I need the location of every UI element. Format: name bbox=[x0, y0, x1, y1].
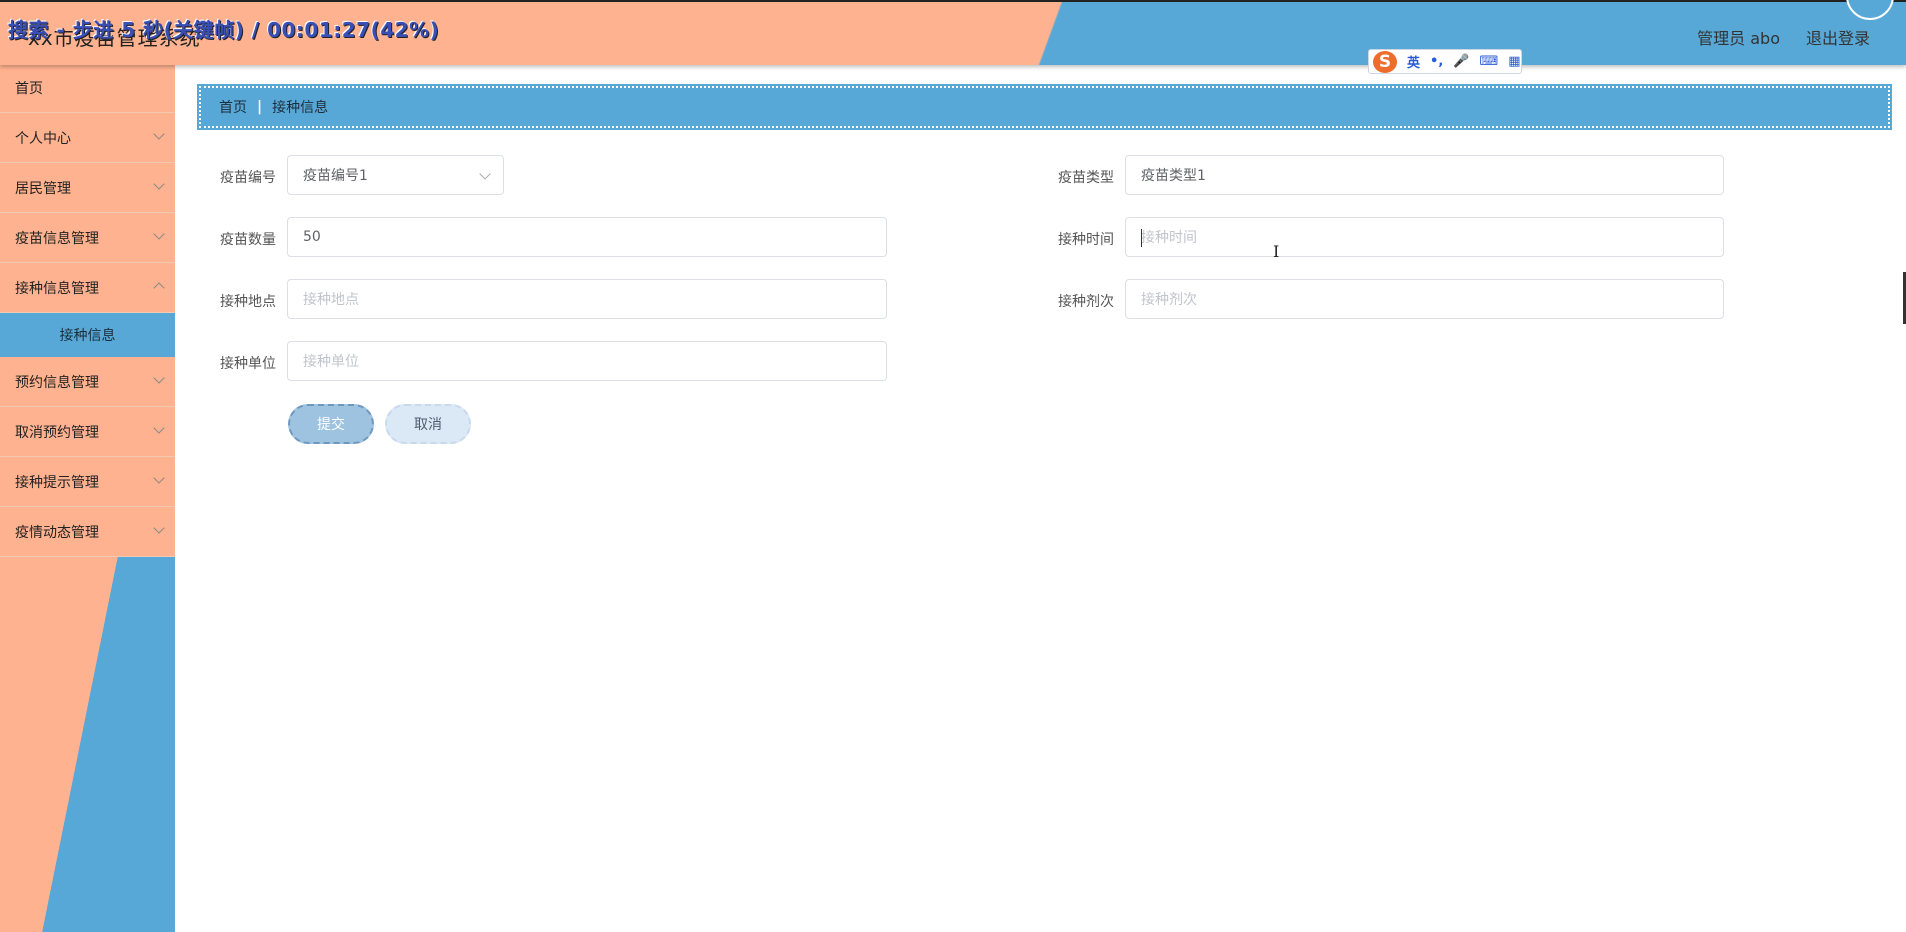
sidebar-item-epidemic-news[interactable]: 疫情动态管理 bbox=[0, 507, 175, 557]
vaccine-qty-field[interactable]: 50 bbox=[287, 217, 887, 257]
sidebar-item-vaccine-info[interactable]: 疫苗信息管理 bbox=[0, 213, 175, 263]
vaccine-qty-value: 50 bbox=[303, 229, 321, 245]
vaccine-no-label: 疫苗编号 bbox=[220, 170, 276, 186]
logout-link[interactable]: 退出登录 bbox=[1806, 25, 1870, 49]
sogou-logo-icon[interactable]: S bbox=[1373, 50, 1397, 73]
keyboard-icon[interactable]: ⌨ bbox=[1479, 54, 1498, 69]
chevron-down-icon bbox=[153, 372, 165, 384]
chevron-down-icon bbox=[153, 178, 165, 190]
breadcrumb: 首页 | 接种信息 bbox=[197, 84, 1892, 130]
avatar-circle[interactable] bbox=[1846, 0, 1894, 20]
apps-grid-icon[interactable]: ▦ bbox=[1508, 54, 1520, 69]
sidebar-subitem-label: 接种信息 bbox=[59, 328, 116, 344]
sidebar-item-cancel-appointments[interactable]: 取消预约管理 bbox=[0, 407, 175, 457]
vaccine-no-value: 疫苗编号1 bbox=[303, 168, 368, 184]
sidebar-subitem-vaccination-info[interactable]: 接种信息 bbox=[0, 313, 175, 357]
vacc-place-label: 接种地点 bbox=[220, 294, 276, 310]
vacc-time-label: 接种时间 bbox=[1058, 232, 1114, 248]
chevron-down-icon bbox=[153, 128, 165, 140]
vacc-time-field[interactable]: 接种时间 bbox=[1125, 217, 1724, 257]
ime-language-toggle[interactable]: 英 bbox=[1407, 52, 1420, 71]
sidebar-item-label: 取消预约管理 bbox=[15, 424, 99, 441]
cancel-button[interactable]: 取消 bbox=[385, 404, 471, 444]
sidebar-item-label: 接种提示管理 bbox=[15, 474, 99, 491]
vacc-place-field[interactable]: 接种地点 bbox=[287, 279, 887, 319]
vacc-unit-field[interactable]: 接种单位 bbox=[287, 341, 887, 381]
top-header: xx市疫苗管理系统 搜索 - 步进 5 秒(关键帧) / 00:01:27(42… bbox=[0, 0, 1906, 65]
microphone-icon[interactable]: 🎤 bbox=[1453, 54, 1469, 69]
sidebar-item-label: 个人中心 bbox=[15, 130, 71, 147]
vacc-dose-label: 接种剂次 bbox=[1058, 294, 1114, 310]
chevron-down-icon bbox=[153, 228, 165, 240]
sidebar-item-appointments[interactable]: 预约信息管理 bbox=[0, 357, 175, 407]
sidebar-item-residents[interactable]: 居民管理 bbox=[0, 163, 175, 213]
vacc-dose-placeholder: 接种剂次 bbox=[1141, 292, 1197, 308]
vacc-dose-field[interactable]: 接种剂次 bbox=[1125, 279, 1724, 319]
vacc-place-placeholder: 接种地点 bbox=[303, 292, 359, 308]
vaccine-type-label: 疫苗类型 bbox=[1058, 170, 1114, 186]
sidebar-item-vaccination-info[interactable]: 接种信息管理 bbox=[0, 263, 175, 313]
sidebar-item-label: 首页 bbox=[15, 80, 43, 97]
vacc-time-placeholder: 接种时间 bbox=[1141, 230, 1197, 246]
sidebar-item-home[interactable]: 首页 bbox=[0, 63, 175, 113]
video-overlay-caption: 搜索 - 步进 5 秒(关键帧) / 00:01:27(42%) bbox=[8, 18, 440, 42]
sidebar-item-vaccination-reminders[interactable]: 接种提示管理 bbox=[0, 457, 175, 507]
current-user-label: 管理员 abo bbox=[1697, 29, 1780, 48]
sidebar-item-personal-center[interactable]: 个人中心 bbox=[0, 113, 175, 163]
sidebar-item-label: 居民管理 bbox=[15, 180, 71, 197]
breadcrumb-home[interactable]: 首页 bbox=[219, 97, 247, 117]
punctuation-icon[interactable]: •, bbox=[1430, 54, 1443, 69]
sidebar-item-label: 预约信息管理 bbox=[15, 374, 99, 391]
vaccine-no-select[interactable]: 疫苗编号1 bbox=[287, 155, 504, 195]
text-cursor-icon: I bbox=[1273, 242, 1280, 261]
ime-toolbar[interactable]: S 英 •, 🎤 ⌨ ▦ bbox=[1368, 49, 1522, 74]
breadcrumb-current: 接种信息 bbox=[272, 100, 329, 116]
vacc-unit-label: 接种单位 bbox=[220, 356, 276, 372]
chevron-down-icon bbox=[153, 422, 165, 434]
chevron-down-icon bbox=[153, 472, 165, 484]
chevron-up-icon bbox=[153, 282, 165, 294]
vaccine-type-field[interactable]: 疫苗类型1 bbox=[1125, 155, 1724, 195]
sidebar-item-label: 接种信息管理 bbox=[15, 280, 99, 297]
vacc-unit-placeholder: 接种单位 bbox=[303, 354, 359, 370]
chevron-down-icon bbox=[479, 168, 491, 180]
breadcrumb-separator: | bbox=[257, 99, 263, 115]
text-caret bbox=[1141, 229, 1142, 247]
sidebar-menu: 首页 个人中心 居民管理 疫苗信息管理 接种信息管理 接种信息 预约信息管理 取… bbox=[0, 63, 175, 932]
sidebar-item-label: 疫情动态管理 bbox=[15, 524, 99, 541]
sidebar-item-label: 疫苗信息管理 bbox=[15, 230, 99, 247]
vaccine-type-value: 疫苗类型1 bbox=[1141, 168, 1206, 184]
vaccine-qty-label: 疫苗数量 bbox=[220, 232, 276, 248]
submit-button[interactable]: 提交 bbox=[288, 404, 374, 444]
chevron-down-icon bbox=[153, 522, 165, 534]
